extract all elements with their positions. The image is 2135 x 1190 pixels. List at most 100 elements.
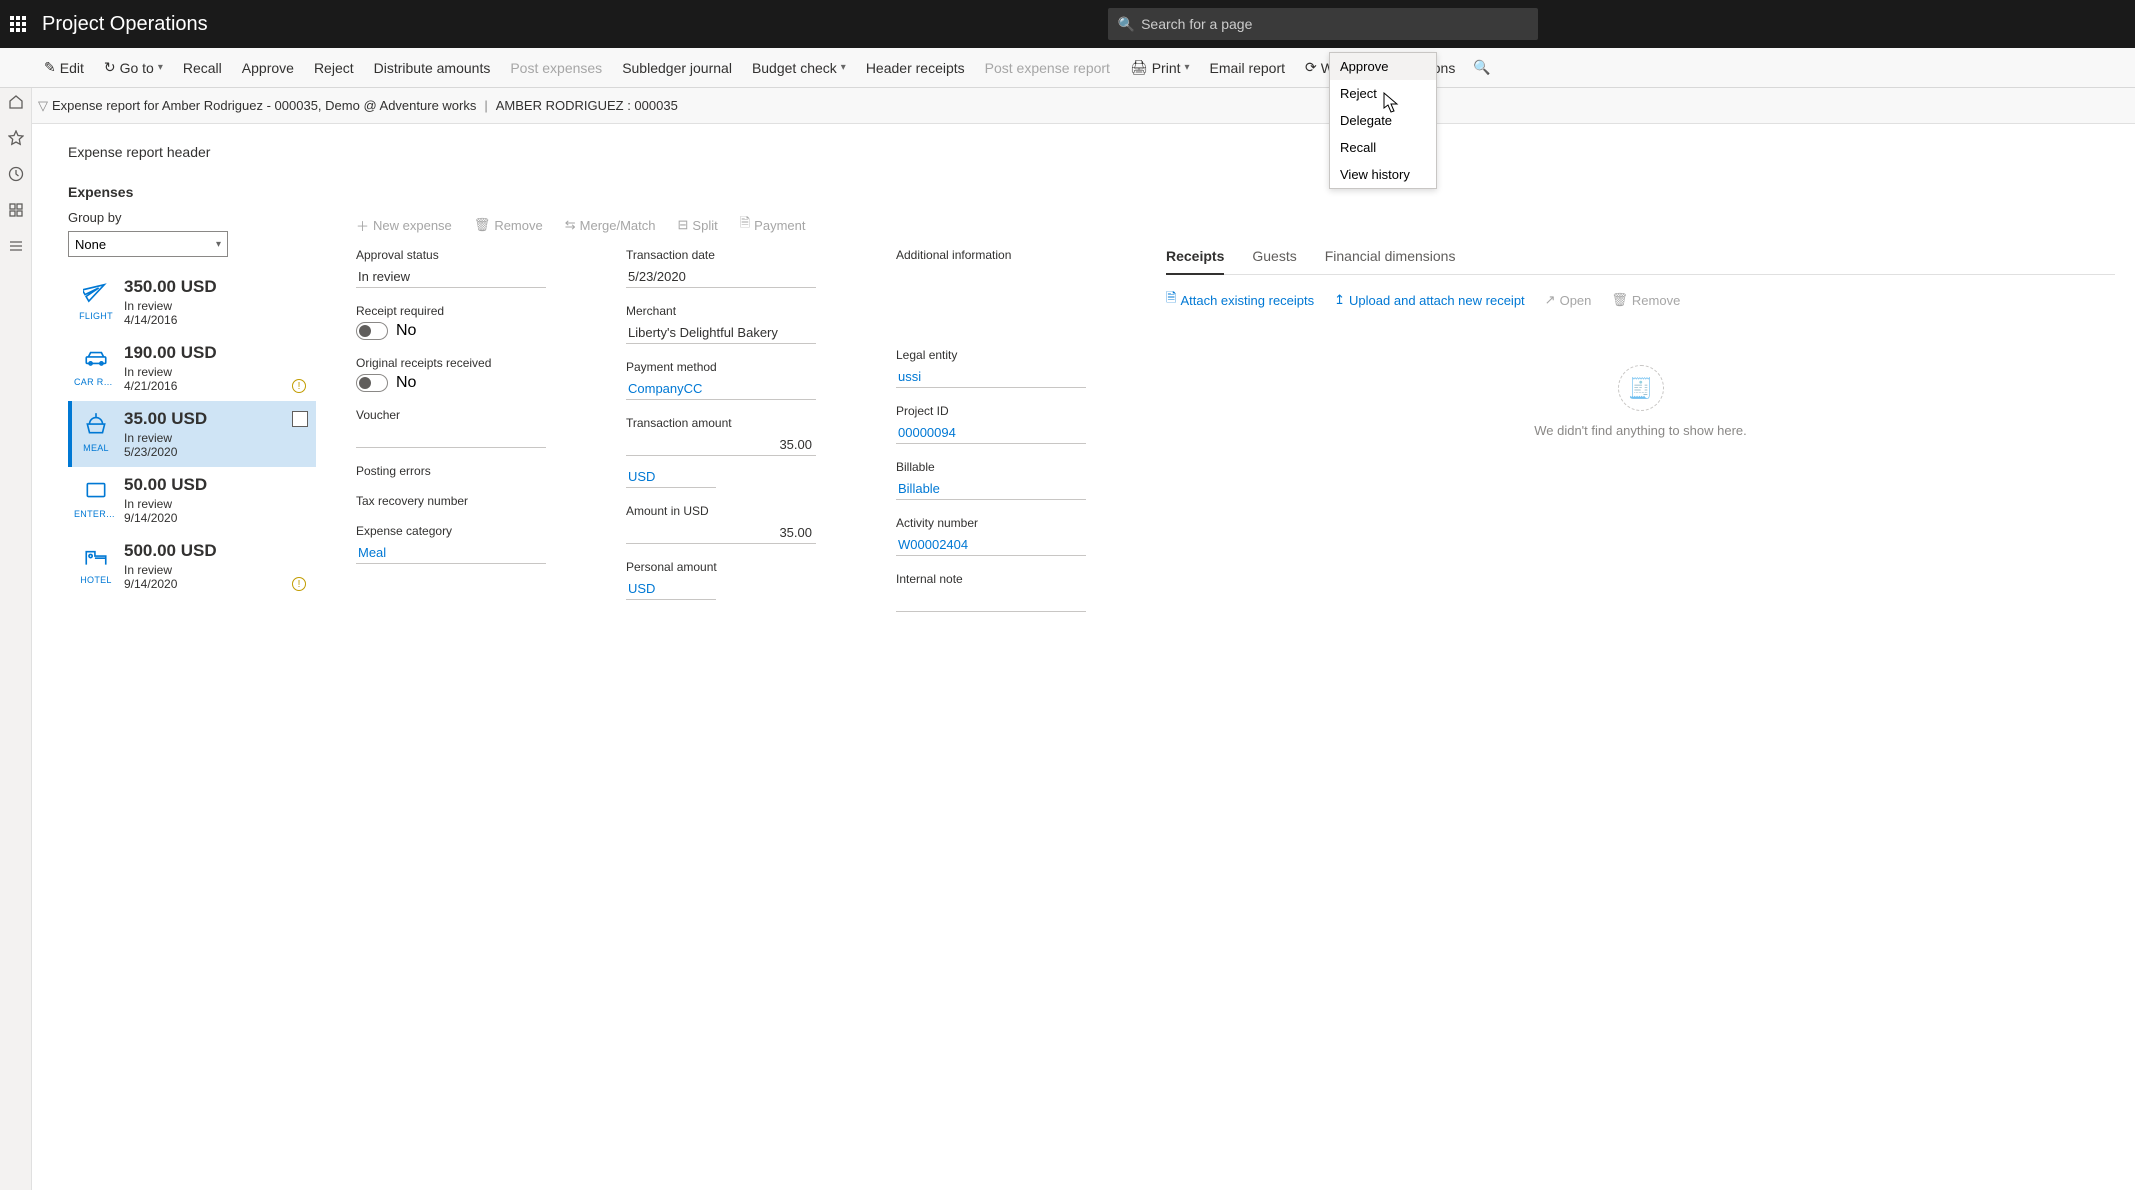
group-by-label: Group by [68,210,316,225]
original-receipts-toggle[interactable] [356,374,388,392]
transaction-date-label: Transaction date [626,248,836,262]
receipt-required-label: Receipt required [356,304,566,318]
tab-guests[interactable]: Guests [1252,248,1296,268]
split-button[interactable]: ⊟Split [678,214,718,236]
hotel-icon: HOTEL [78,543,114,585]
post-report-button: Post expense report [975,48,1120,87]
expense-amount: 50.00 USD [124,475,207,495]
expense-category-value[interactable]: Meal [356,542,546,564]
additional-info-label: Additional information [896,248,1106,262]
search-icon: 🔍 [1118,16,1135,33]
info-icon[interactable]: ! [292,379,306,393]
email-report-button[interactable]: Email report [1200,48,1295,87]
receipt-required-value: No [396,322,416,340]
internal-note-value[interactable] [896,590,1086,612]
transaction-amount-value[interactable]: 35.00 [626,434,816,456]
top-bar: Project Operations 🔍 Search for a page [0,0,2135,48]
post-expenses-button: Post expenses [500,48,612,87]
workflow-item-reject[interactable]: Reject [1330,80,1436,107]
voucher-label: Voucher [356,408,566,422]
modules-icon[interactable] [8,238,24,254]
expense-status: In review [124,299,217,313]
expense-item[interactable]: MEAL35.00 USDIn review5/23/2020 [68,401,316,467]
merchant-value[interactable]: Liberty's Delightful Bakery [626,322,816,344]
expense-category-label: Expense category [356,524,566,538]
billable-label: Billable [896,460,1106,474]
tab-receipts[interactable]: Receipts [1166,248,1224,275]
reject-button[interactable]: Reject [304,48,364,87]
amount-usd-value[interactable]: 35.00 [626,522,816,544]
expense-item[interactable]: !HOTEL500.00 USDIn review9/14/2020 [68,533,316,599]
receipt-actions: 🗎Attach existing receipts ↥Upload and at… [1166,275,2115,325]
tabs: Receipts Guests Financial dimensions [1166,248,2115,275]
search-input[interactable]: 🔍 Search for a page [1108,8,1538,40]
personal-amount-currency[interactable]: USD [626,578,716,600]
split-icon: ⊟ [678,217,689,233]
workflow-item-recall[interactable]: Recall [1330,134,1436,161]
activity-number-value[interactable]: W00002404 [896,534,1086,556]
home-icon[interactable] [8,94,24,110]
payment-button[interactable]: 🗎Payment [740,214,806,236]
chevron-down-icon: ▾ [216,239,221,250]
payment-method-value[interactable]: CompanyCC [626,378,816,400]
recent-icon[interactable] [8,166,24,182]
new-expense-button[interactable]: ＋New expense [356,214,452,236]
legal-entity-value[interactable]: ussi [896,366,1086,388]
approve-button[interactable]: Approve [232,48,304,87]
car-icon: CAR RE... [78,345,114,387]
expense-category-label: ENTERT... [74,509,118,519]
star-icon[interactable] [8,130,24,146]
upload-receipt-button[interactable]: ↥Upload and attach new receipt [1334,289,1525,311]
subledger-button[interactable]: Subledger journal [612,48,742,87]
distribute-button[interactable]: Distribute amounts [364,48,501,87]
voucher-value[interactable] [356,426,546,448]
goto-button[interactable]: ↻Go to▾ [94,48,173,87]
approval-status-value[interactable]: In review [356,266,546,288]
expense-item[interactable]: ENTERT...50.00 USDIn review9/14/2020 [68,467,316,533]
workflow-item-delegate[interactable]: Delegate [1330,107,1436,134]
expense-report-header-section[interactable]: Expense report header [68,136,2115,170]
header-receipts-button[interactable]: Header receipts [856,48,975,87]
breadcrumb-left: Expense report for Amber Rodriguez - 000… [52,98,476,113]
filter-icon[interactable]: ▽ [38,98,48,114]
breadcrumb-right: AMBER RODRIGUEZ : 000035 [496,98,678,113]
posting-errors-label: Posting errors [356,464,566,478]
expense-list: FLIGHT350.00 USDIn review4/14/2016! CAR R… [68,269,316,599]
recall-button[interactable]: Recall [173,48,232,87]
edit-button[interactable]: ✎Edit [34,48,94,87]
workflow-item-approve[interactable]: Approve [1330,53,1436,80]
expense-item[interactable]: !CAR RE...190.00 USDIn review4/21/2016 [68,335,316,401]
workflow-item-view-history[interactable]: View history [1330,161,1436,188]
expenses-section-title[interactable]: Expenses [68,170,2115,210]
expense-category-label: CAR RE... [74,377,118,387]
group-by-select[interactable]: None ▾ [68,231,228,257]
attach-receipt-button[interactable]: 🗎Attach existing receipts [1166,289,1314,311]
merchant-label: Merchant [626,304,836,318]
tab-financial[interactable]: Financial dimensions [1325,248,1456,268]
receipt-required-toggle[interactable] [356,322,388,340]
merge-match-button[interactable]: ⇆Merge/Match [565,214,656,236]
remove-expense-button[interactable]: 🗑Remove [474,214,543,236]
info-icon[interactable]: ! [292,577,306,591]
expense-status: In review [124,497,207,511]
budget-check-button[interactable]: Budget check▾ [742,48,856,87]
expense-checkbox[interactable] [292,411,308,427]
billable-value[interactable]: Billable [896,478,1086,500]
app-title: Project Operations [42,13,208,36]
workspace-icon[interactable] [8,202,24,218]
expense-category-label: FLIGHT [79,311,113,321]
project-id-label: Project ID [896,404,1106,418]
project-id-value[interactable]: 00000094 [896,422,1086,444]
chevron-down-icon: ▾ [158,62,163,73]
expense-amount: 35.00 USD [124,409,207,429]
print-button[interactable]: 🖨Print▾ [1120,48,1200,87]
find-icon[interactable]: 🔍 [1465,59,1498,76]
transaction-date-value[interactable]: 5/23/2020 [626,266,816,288]
entertainment-icon: ENTERT... [78,477,114,519]
waffle-icon[interactable] [10,16,26,32]
expense-item[interactable]: FLIGHT350.00 USDIn review4/14/2016 [68,269,316,335]
trash-icon: 🗑 [1611,292,1628,308]
transaction-amount-currency[interactable]: USD [626,466,716,488]
upload-icon: ↥ [1334,292,1345,308]
flight-icon: FLIGHT [78,279,114,321]
